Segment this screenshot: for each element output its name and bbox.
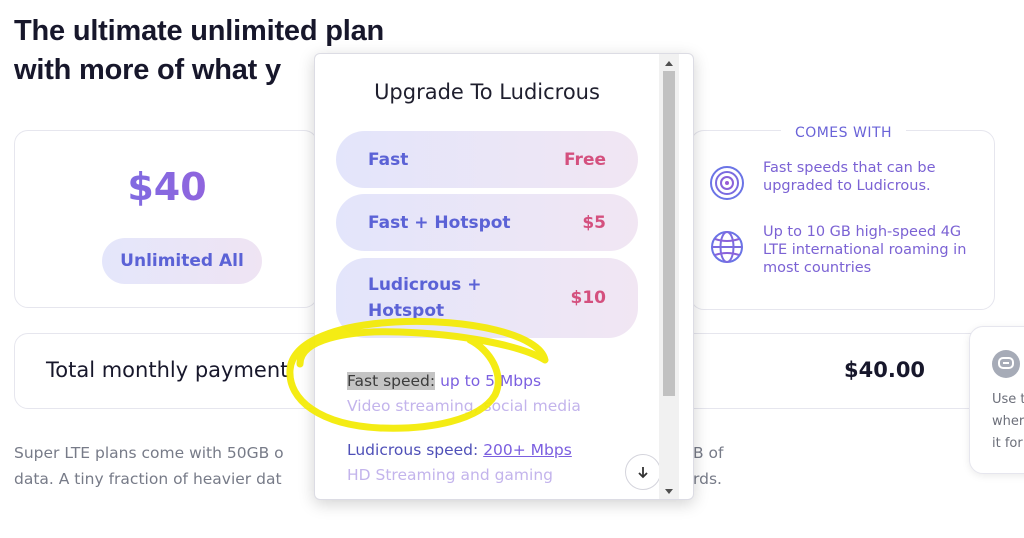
option-price: $5: [582, 212, 606, 233]
broadcast-icon: [705, 161, 749, 205]
footnote-line-1: Super LTE plans come with 50GB o: [14, 444, 284, 462]
feature-fast-speeds: Fast speeds that can be upgraded to Ludi…: [705, 159, 983, 205]
popup-title: Upgrade To Ludicrous: [374, 80, 600, 104]
scroll-up-arrow-icon[interactable]: [665, 61, 673, 66]
ludicrous-speed-description: HD Streaming and gaming: [347, 466, 553, 484]
chat-widget-text: Use t wher it for: [992, 392, 1024, 451]
arrow-down-icon: [638, 467, 648, 479]
footnote-right-fragment-1: B of: [693, 444, 724, 462]
scrollbar-thumb[interactable]: [663, 71, 675, 396]
option-name: Ludicrous + Hotspot: [368, 275, 482, 321]
plan-price-card: $40 Unlimited All: [14, 130, 318, 308]
comes-with-title: COMES WITH: [780, 125, 907, 141]
fast-speed-line: Fast speed: up to 5 Mbps: [347, 372, 541, 390]
popup-scrollbar[interactable]: [659, 54, 679, 499]
option-price: Free: [564, 149, 606, 170]
ludicrous-speed-line: Ludicrous speed: 200+ Mbps: [347, 441, 572, 459]
footnote-right-fragment-2: rds.: [693, 470, 722, 488]
total-payment-value: $40.00: [844, 358, 926, 382]
footnote-line-2: data. A tiny fraction of heavier dat: [14, 470, 282, 488]
feature-international-roaming: Up to 10 GB high-speed 4G LTE internatio…: [705, 223, 983, 277]
plan-name-badge[interactable]: Unlimited All: [102, 238, 262, 284]
comes-with-card: COMES WITH Fast speeds that can be upgra…: [690, 125, 995, 310]
option-name: Fast: [368, 149, 409, 170]
speed-label: Ludicrous speed:: [347, 441, 479, 459]
chat-icon[interactable]: [992, 350, 1020, 378]
option-fast[interactable]: Fast Free: [336, 131, 638, 188]
headline-line-1: The ultimate unlimited plan: [14, 15, 385, 47]
feature-text: Fast speeds that can be upgraded to Ludi…: [763, 160, 936, 194]
option-ludicrous-hotspot[interactable]: Ludicrous + Hotspot $10: [336, 258, 638, 338]
scroll-down-arrow-icon[interactable]: [665, 489, 673, 494]
option-price: $10: [570, 288, 607, 308]
plan-footnote: Super LTE plans come with 50GB o data. A…: [14, 440, 284, 492]
feature-text: Up to 10 GB high-speed 4G LTE internatio…: [763, 224, 967, 276]
option-fast-hotspot[interactable]: Fast + Hotspot $5: [336, 194, 638, 251]
option-name: Fast + Hotspot: [368, 212, 511, 233]
scroll-down-button[interactable]: [625, 454, 661, 490]
chat-widget[interactable]: Use t wher it for: [969, 326, 1024, 474]
speed-value: up to 5 Mbps: [440, 372, 542, 390]
plan-price: $40: [15, 165, 319, 209]
speed-value[interactable]: 200+ Mbps: [483, 441, 572, 459]
page: The ultimate unlimited plan with more of…: [0, 0, 1024, 538]
total-payment-label: Total monthly payment: [46, 358, 289, 382]
upgrade-popup: Upgrade To Ludicrous Fast Free Fast + Ho…: [314, 53, 694, 500]
fast-speed-description: Video streaming, social media: [347, 397, 581, 415]
speed-label: Fast speed:: [347, 372, 436, 390]
globe-icon: [705, 225, 749, 269]
